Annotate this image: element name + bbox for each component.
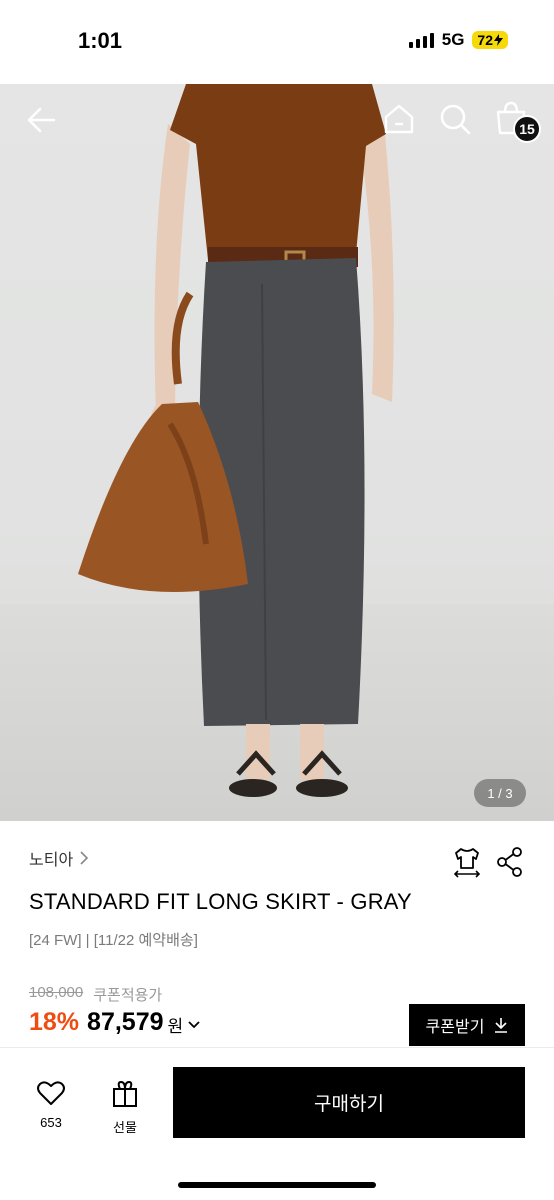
final-price: 87,579 (87, 1008, 164, 1036)
coupon-button-label: 쿠폰받기 (425, 1019, 485, 1036)
gift-label: 선물 (113, 1120, 137, 1135)
heart-icon (37, 1081, 65, 1105)
brand-name: 노티아 (29, 852, 74, 869)
network-type: 5G (441, 30, 465, 49)
size-guide-button[interactable] (452, 846, 482, 883)
original-price: 108,000 (29, 984, 84, 1001)
product-image[interactable] (0, 84, 554, 821)
signal-icon (408, 32, 434, 48)
buy-button[interactable]: 구매하기 (173, 1067, 525, 1138)
chevron-down-icon[interactable] (187, 1020, 201, 1030)
battery-level: 72 (477, 32, 493, 48)
final-price-row[interactable]: 18% 87,579 원 (29, 1008, 201, 1037)
status-indicators: 5G 72 (408, 30, 508, 50)
size-guide-icon (453, 848, 481, 878)
gift-icon (113, 1080, 137, 1107)
like-count: 653 (40, 1115, 62, 1130)
like-button[interactable]: 653 (24, 1080, 78, 1130)
share-button[interactable] (496, 846, 524, 883)
home-icon (384, 104, 414, 134)
product-subtitle: [24 FW] | [11/22 예약배송] (29, 932, 198, 949)
back-button[interactable] (26, 104, 58, 141)
battery-icon: 72 (472, 31, 508, 49)
cart-count-badge: 15 (513, 115, 541, 143)
brand-link[interactable]: 노티아 (29, 846, 89, 870)
share-icon (497, 847, 522, 877)
download-icon (495, 1018, 508, 1033)
image-page-indicator: 1 / 3 (474, 779, 526, 807)
product-photo (78, 84, 394, 797)
currency-unit: 원 (167, 1017, 184, 1036)
home-button[interactable] (382, 102, 416, 141)
home-indicator (178, 1182, 376, 1188)
coupon-price-label: 쿠폰적용가 (93, 987, 163, 1004)
search-button[interactable] (438, 102, 472, 141)
gift-button[interactable]: 선물 (98, 1080, 152, 1136)
search-icon (440, 104, 471, 135)
status-bar: 1:01 5G 72 (0, 0, 554, 84)
status-time: 1:01 (78, 28, 123, 53)
product-title: STANDARD FIT LONG SKIRT - GRAY (29, 889, 412, 914)
chevron-right-icon (80, 851, 89, 865)
coupon-download-button[interactable]: 쿠폰받기 (409, 1004, 525, 1046)
discount-rate: 18% (29, 1008, 80, 1036)
back-arrow-icon (27, 107, 56, 133)
price-info: 108,000 쿠폰적용가 (29, 984, 162, 1005)
